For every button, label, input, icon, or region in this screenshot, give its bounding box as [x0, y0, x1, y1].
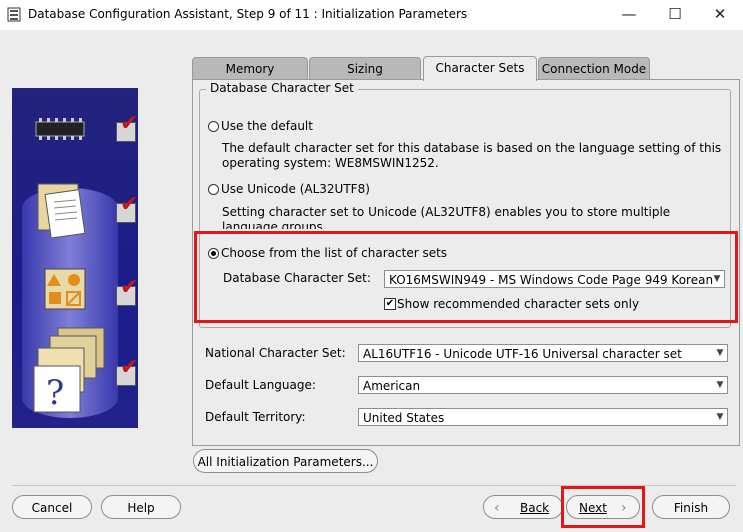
default-language-value: American — [363, 379, 421, 393]
maximize-button[interactable]: ☐ — [652, 0, 698, 30]
default-territory-select[interactable]: United States ▼ — [358, 408, 728, 426]
title-bar: Database Configuration Assistant, Step 9… — [0, 0, 743, 30]
default-territory-label: Default Territory: — [205, 410, 306, 424]
use-default-label[interactable]: Use the default — [221, 119, 313, 133]
step-done-check-icon: ✔ — [120, 192, 138, 217]
default-territory-value: United States — [363, 411, 445, 425]
memory-chip-icon — [35, 118, 85, 140]
next-highlight-box — [561, 486, 645, 528]
svg-text:?: ? — [46, 373, 64, 413]
use-unicode-description: Setting character set to Unicode (AL32UT… — [222, 205, 671, 229]
app-icon — [7, 7, 21, 22]
national-charset-value: AL16UTF16 - Unicode UTF-16 Universal cha… — [363, 347, 682, 361]
finish-button[interactable]: Finish — [652, 495, 730, 519]
national-charset-select[interactable]: AL16UTF16 - Unicode UTF-16 Universal cha… — [358, 344, 728, 362]
cancel-button[interactable]: Cancel — [12, 495, 92, 519]
default-language-select[interactable]: American ▼ — [358, 376, 728, 394]
window-title: Database Configuration Assistant, Step 9… — [28, 7, 468, 21]
step-done-check-icon: ✔ — [120, 275, 138, 300]
tab-memory[interactable]: Memory — [192, 57, 308, 80]
documents-icon — [37, 183, 86, 239]
wizard-side-panel: ? ✔ ✔ ✔ ✔ — [12, 88, 138, 428]
chevron-down-icon: ▼ — [716, 380, 724, 390]
group-legend: Database Character Set — [206, 81, 358, 95]
national-charset-label: National Character Set: — [205, 346, 346, 360]
chevron-left-icon: ‹ — [494, 500, 500, 516]
tab-sizing[interactable]: Sizing — [309, 57, 421, 80]
highlight-box — [194, 231, 738, 323]
use-unicode-label[interactable]: Use Unicode (AL32UTF8) — [221, 182, 370, 196]
back-label: Back — [520, 501, 550, 515]
help-folder-icon: ? — [33, 327, 105, 413]
close-button[interactable]: ✕ — [697, 0, 743, 30]
use-default-radio[interactable] — [208, 121, 219, 132]
all-initialization-parameters-button[interactable]: All Initialization Parameters... — [193, 449, 378, 473]
use-unicode-radio[interactable] — [208, 184, 219, 195]
tab-connection-mode[interactable]: Connection Mode — [538, 57, 650, 80]
back-button[interactable]: ‹ Back — [483, 495, 563, 519]
default-language-label: Default Language: — [205, 378, 316, 392]
chevron-down-icon: ▼ — [716, 412, 724, 422]
tab-character-sets[interactable]: Character Sets — [423, 56, 537, 81]
minimize-button[interactable]: — — [606, 0, 652, 30]
step-done-check-icon: ✔ — [120, 355, 138, 380]
chevron-down-icon: ▼ — [716, 348, 724, 358]
step-done-check-icon: ✔ — [120, 111, 138, 136]
help-button[interactable]: Help — [101, 495, 181, 519]
use-default-description: The default character set for this datab… — [222, 141, 722, 170]
shapes-icon — [44, 268, 86, 310]
